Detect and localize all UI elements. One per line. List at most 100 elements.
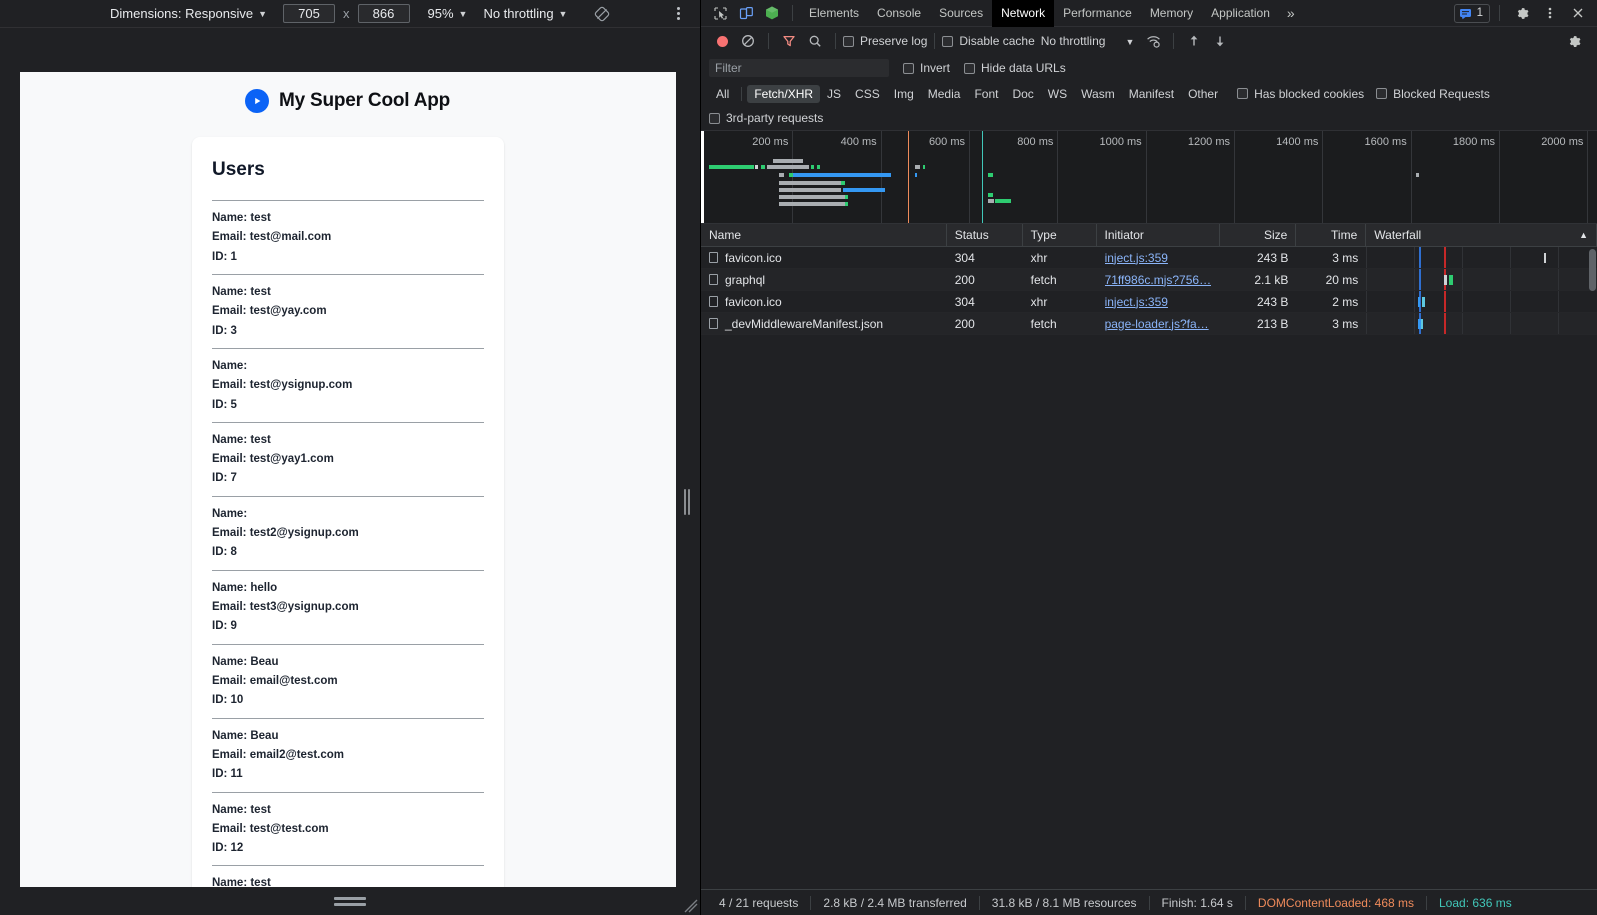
- inspect-element-icon[interactable]: [707, 2, 733, 24]
- type-filter-other[interactable]: Other: [1181, 85, 1225, 103]
- pane-resize-handle[interactable]: [682, 488, 692, 516]
- chevron-down-icon: ▼: [558, 9, 568, 19]
- waterfall-bar: [1422, 297, 1426, 307]
- type-filter-all[interactable]: All: [709, 85, 736, 103]
- close-icon[interactable]: [1565, 2, 1591, 24]
- type-filter-manifest[interactable]: Manifest: [1122, 85, 1181, 103]
- column-header-size[interactable]: Size: [1220, 224, 1297, 246]
- hide-data-urls-checkbox[interactable]: Hide data URLs: [964, 61, 1066, 75]
- table-row[interactable]: favicon.ico 304 xhr inject.js:359 243 B 3 ms: [701, 247, 1597, 269]
- column-header-initiator[interactable]: Initiator: [1097, 224, 1221, 246]
- type-filter-js[interactable]: JS: [820, 85, 848, 103]
- network-throttle-dropdown[interactable]: No throttling ▼: [1041, 34, 1135, 48]
- type-filter-img[interactable]: Img: [887, 85, 921, 103]
- initiator-link[interactable]: inject.js:359: [1105, 251, 1168, 265]
- waterfall-bar: [1449, 275, 1454, 285]
- react-devtools-cube-icon[interactable]: [759, 2, 785, 24]
- viewport-resize-grip[interactable]: [334, 896, 366, 906]
- gear-icon[interactable]: [1509, 2, 1535, 24]
- devtools-more-options-icon[interactable]: [1537, 2, 1563, 24]
- height-input[interactable]: 866: [357, 4, 410, 23]
- type-filter-wasm[interactable]: Wasm: [1074, 85, 1122, 103]
- type-filter-doc[interactable]: Doc: [1005, 85, 1040, 103]
- width-input[interactable]: 705: [283, 4, 335, 23]
- table-row[interactable]: _devMiddlewareManifest.json 200 fetch page-…: [701, 313, 1597, 335]
- disable-cache-checkbox[interactable]: Disable cache: [942, 34, 1035, 48]
- tab-elements[interactable]: Elements: [800, 0, 868, 27]
- zoom-label: 95%: [427, 6, 454, 21]
- type-filter-fetch-xhr[interactable]: Fetch/XHR: [747, 84, 821, 103]
- initiator-link[interactable]: inject.js:359: [1105, 295, 1168, 309]
- has-blocked-cookies-checkbox[interactable]: Has blocked cookies: [1237, 87, 1364, 101]
- tab-memory[interactable]: Memory: [1141, 0, 1202, 27]
- rotate-icon[interactable]: [593, 5, 611, 23]
- export-har-icon[interactable]: [1207, 30, 1233, 52]
- column-header-type[interactable]: Type: [1023, 224, 1097, 246]
- initiator-link[interactable]: 71ff986c.mjs?756…: [1105, 273, 1212, 287]
- type-filter-media[interactable]: Media: [921, 85, 968, 103]
- column-header-name[interactable]: Name: [701, 224, 947, 246]
- tab-console[interactable]: Console: [868, 0, 930, 27]
- request-name: graphql: [725, 272, 766, 287]
- user-id: ID: 1: [212, 250, 237, 263]
- search-icon[interactable]: [802, 30, 828, 52]
- blocked-requests-checkbox[interactable]: Blocked Requests: [1376, 87, 1490, 101]
- tab-application[interactable]: Application: [1202, 0, 1279, 27]
- invert-checkbox[interactable]: Invert: [903, 61, 950, 75]
- type-filter-ws[interactable]: WS: [1041, 85, 1074, 103]
- zoom-dropdown[interactable]: 95% ▼: [428, 6, 468, 21]
- preserve-log-checkbox[interactable]: Preserve log: [843, 34, 927, 48]
- initiator-link[interactable]: page-loader.js?fa…: [1105, 317, 1209, 331]
- cell-name[interactable]: graphql: [701, 269, 947, 290]
- user-email: Email: test@yay1.com: [212, 453, 334, 466]
- filter-input[interactable]: [709, 59, 889, 77]
- messages-badge[interactable]: 1: [1453, 3, 1490, 23]
- overview-request-bar: [767, 165, 809, 169]
- type-filter-css[interactable]: CSS: [848, 85, 887, 103]
- third-party-filter-row: 3rd-party requests: [701, 106, 1597, 131]
- third-party-requests-checkbox[interactable]: 3rd-party requests: [709, 111, 823, 125]
- overview-gridline: [1145, 131, 1147, 223]
- type-pill-group: All Fetch/XHR JS CSS Img Media Font Doc WS Wasm Ma…: [709, 84, 1225, 103]
- overview-request-bar: [841, 181, 845, 185]
- cell-name[interactable]: favicon.ico: [701, 247, 947, 268]
- blocked-requests-label: Blocked Requests: [1393, 86, 1490, 101]
- user-id: ID: 12: [212, 842, 244, 855]
- column-header-waterfall[interactable]: Waterfall ▲: [1366, 224, 1597, 246]
- table-row[interactable]: favicon.ico 304 xhr inject.js:359 243 B 2 ms: [701, 291, 1597, 313]
- overview-tick-label: 200 ms: [752, 136, 789, 148]
- cell-name[interactable]: favicon.ico: [701, 291, 947, 312]
- tab-network[interactable]: Network: [992, 0, 1055, 27]
- cell-waterfall: [1366, 291, 1597, 312]
- import-har-icon[interactable]: [1181, 30, 1207, 52]
- record-stop-icon[interactable]: [709, 30, 735, 52]
- column-header-time[interactable]: Time: [1296, 224, 1367, 246]
- user-email: Email: test2@ysignup.com: [212, 527, 359, 540]
- device-toolbar-icon[interactable]: [733, 2, 759, 24]
- cell-status: 200: [954, 316, 975, 331]
- column-header-status[interactable]: Status: [947, 224, 1023, 246]
- resize-corner-icon[interactable]: [684, 899, 698, 913]
- resource-type-filters: All Fetch/XHR JS CSS Img Media Font Doc WS Wasm Ma…: [701, 81, 1597, 106]
- tab-performance[interactable]: Performance: [1054, 0, 1141, 27]
- network-conditions-icon[interactable]: [1140, 30, 1166, 52]
- table-row[interactable]: graphql 200 fetch 71ff986c.mjs?756… 2.1 kB 20…: [701, 269, 1597, 291]
- vertical-scrollbar[interactable]: [1589, 249, 1596, 291]
- type-filter-font[interactable]: Font: [967, 85, 1005, 103]
- overview-tick-label: 800 ms: [1017, 136, 1054, 148]
- network-overview-timeline[interactable]: 200 ms 400 ms 600 ms 800 ms 1000 ms 1200 ms 14…: [701, 131, 1597, 224]
- more-tabs-button[interactable]: »: [1279, 5, 1303, 21]
- clear-icon[interactable]: [735, 30, 761, 52]
- device-throttle-dropdown[interactable]: No throttling ▼: [483, 6, 567, 21]
- dimensions-dropdown[interactable]: Dimensions: Responsive ▼: [110, 6, 267, 21]
- cell-time: 2 ms: [1332, 294, 1359, 309]
- request-name: _devMiddlewareManifest.json: [725, 316, 884, 331]
- network-settings-gear-icon[interactable]: [1561, 30, 1587, 52]
- sort-ascending-icon: ▲: [1579, 230, 1588, 240]
- filter-funnel-icon[interactable]: [776, 30, 802, 52]
- cell-name[interactable]: _devMiddlewareManifest.json: [701, 313, 947, 334]
- waterfall-gridline: [1510, 313, 1512, 334]
- tab-sources[interactable]: Sources: [930, 0, 992, 27]
- cell-status: 200: [954, 272, 975, 287]
- device-more-options-icon[interactable]: [670, 6, 686, 22]
